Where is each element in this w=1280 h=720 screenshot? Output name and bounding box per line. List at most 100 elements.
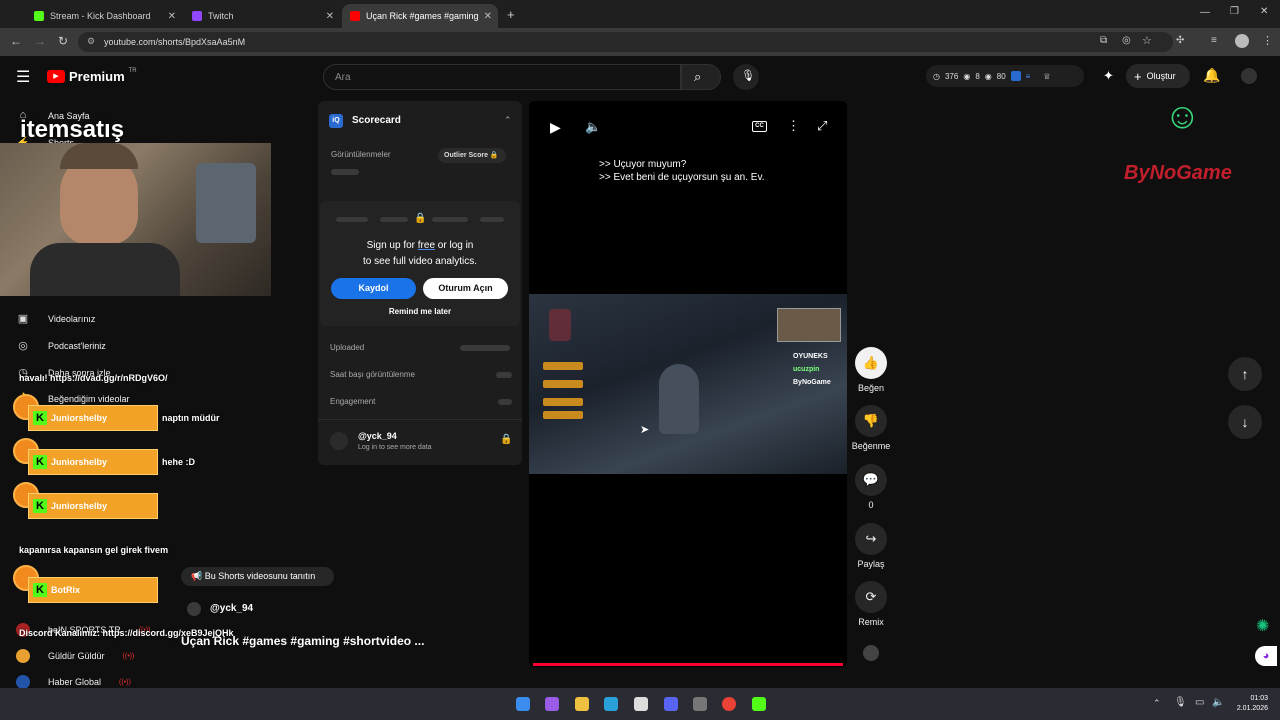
maximize-icon[interactable]: ❐ [1230, 6, 1239, 17]
edge-icon[interactable] [604, 697, 618, 711]
new-tab-icon[interactable]: + [507, 7, 515, 22]
create-button[interactable]: + Oluştur [1126, 64, 1190, 88]
promote-button[interactable]: 📢 Bu Shorts videosunu tanıtın [181, 567, 334, 586]
more-options-icon[interactable]: ⋮ [787, 118, 800, 134]
tab-twitch[interactable]: Twitch ✕ [184, 4, 340, 28]
magic-icon[interactable]: ✦ [1103, 68, 1114, 84]
reload-icon[interactable]: ↻ [58, 34, 68, 48]
blurred-value [498, 399, 512, 405]
signup-button[interactable]: Kaydol [331, 278, 416, 299]
previous-short-button[interactable]: ↑ [1228, 357, 1262, 391]
vidiq-logo-icon: iQ [329, 114, 343, 128]
captions-icon[interactable]: CC [752, 121, 767, 132]
sidebar-item-label: Videolarınız [48, 314, 96, 324]
thumb-down-icon: 👎 [855, 405, 887, 437]
chatgpt-icon[interactable]: ✺ [1256, 616, 1269, 636]
store-icon[interactable] [634, 697, 648, 711]
remix-action[interactable]: ⟳ Remix [851, 581, 891, 627]
scorecard-title: Scorecard [352, 115, 401, 126]
signup-free-link[interactable]: free [418, 240, 435, 251]
copilot-icon[interactable] [545, 697, 559, 711]
voice-search-button[interactable]: 🎙 [733, 64, 759, 90]
shorts-player[interactable]: ▶ 🔈 CC ⋮ ⤢ >> Uçuyor muyum? >> Evet beni… [529, 101, 847, 667]
dislike-action[interactable]: 👎 Beğenme [851, 405, 891, 451]
comments-action[interactable]: 💬 0 [851, 464, 891, 510]
caption-line: >> Evet beni de uçuyorsun şu an. Ev. [599, 172, 765, 183]
next-short-button[interactable]: ↓ [1228, 405, 1262, 439]
channel-handle[interactable]: @yck_94 [358, 431, 397, 441]
youtube-logo[interactable]: ▶ Premium TR [47, 68, 137, 84]
tab-youtube-short[interactable]: Uçan Rick #games #gaming ✕ [342, 4, 498, 28]
extensions-icon[interactable]: ✣ [1176, 35, 1184, 46]
monitor-icon[interactable]: ▭ [1195, 697, 1204, 708]
chevron-up-icon[interactable]: ⌃ [504, 115, 512, 126]
channel-avatar [330, 432, 348, 450]
close-icon[interactable]: ✕ [326, 11, 334, 22]
forward-icon[interactable]: → [34, 34, 46, 48]
sidebar-extension-icon[interactable]: ◕ [1255, 646, 1277, 666]
sidebar-item-podcasts[interactable]: ◎ Podcast'leriniz [16, 337, 106, 355]
tab-kick-dashboard[interactable]: Stream - Kick Dashboard ✕ [26, 4, 182, 28]
streamer-shirt [30, 243, 180, 296]
site-info-icon[interactable]: ⚙ [87, 36, 95, 47]
streamer-hair [60, 143, 138, 169]
chat-chip [543, 362, 583, 370]
arrow-down-icon: ↓ [1241, 414, 1249, 430]
speaker-icon[interactable]: 🔈 [1212, 697, 1224, 708]
window-close-icon[interactable]: ✕ [1260, 6, 1268, 17]
chrome-icon[interactable] [722, 697, 736, 711]
minimize-icon[interactable]: — [1200, 7, 1210, 18]
progress-bar[interactable] [533, 663, 843, 666]
channel-avatar [16, 675, 30, 689]
chat-chip [543, 411, 583, 419]
start-windows-icon[interactable] [516, 697, 530, 711]
bookmark-star-icon[interactable]: ☆ [1142, 34, 1152, 47]
sidebar-item-videos[interactable]: ▣ Videolarınız [16, 310, 96, 328]
eye-off-icon[interactable]: ◎ [1122, 35, 1131, 46]
close-icon[interactable]: ✕ [168, 11, 176, 22]
hamburger-menu-icon[interactable]: ☰ [16, 67, 30, 87]
close-icon[interactable]: ✕ [484, 11, 492, 22]
tab-search-icon[interactable]: ≡ [1211, 35, 1217, 46]
login-button[interactable]: Oturum Açın [423, 278, 508, 299]
sidebar-item-label: Haber Global [48, 677, 102, 687]
clock-icon: ◷ [933, 71, 940, 81]
short-channel-handle[interactable]: @yck_94 [210, 603, 253, 614]
back-icon[interactable]: ← [10, 34, 22, 48]
outlier-score-badge[interactable]: Outlier Score 🔒 [438, 148, 506, 163]
channel-avatar[interactable] [187, 602, 201, 616]
profile-avatar[interactable] [1235, 34, 1249, 48]
live-icon: ((•)) [122, 652, 135, 660]
search-input[interactable]: Ara [323, 64, 681, 90]
install-icon[interactable]: ⧉ [1100, 35, 1107, 46]
signup-message: Sign up for free or log in to see full v… [318, 238, 522, 270]
kick-icon: K [33, 583, 47, 597]
play-icon[interactable]: ▶ [550, 119, 561, 136]
stat-c: 80 [996, 71, 1006, 81]
comment-icon: 💬 [855, 464, 887, 496]
live-icon: ((•)) [119, 678, 131, 686]
search-button[interactable]: ⌕ [681, 64, 721, 90]
brand-oyuneks: OYUNEKS [793, 353, 828, 360]
account-avatar[interactable] [1241, 68, 1257, 84]
channel-avatar [16, 649, 30, 663]
extension-stats-pill[interactable]: ◷ 376 ◉ 8 ◉ 80 ≡ ♕ [926, 65, 1084, 87]
clock[interactable]: 01:03 2.01.2026 [1228, 694, 1268, 714]
app-icon[interactable] [693, 697, 707, 711]
share-action[interactable]: ↪ Paylaş [851, 523, 891, 569]
remind-later-link[interactable]: Remind me later [318, 307, 522, 316]
like-action[interactable]: 👍 Beğen [851, 347, 891, 393]
fullscreen-icon[interactable]: ⤢ [817, 118, 827, 134]
volume-icon[interactable]: 🔈 [585, 119, 601, 135]
browser-menu-icon[interactable]: ⋮ [1262, 34, 1273, 47]
kick-app-icon[interactable] [752, 697, 766, 711]
bell-icon[interactable]: 🔔 [1203, 67, 1220, 84]
sound-avatar[interactable] [863, 645, 879, 661]
discord-icon[interactable] [664, 697, 678, 711]
tray-chevron-icon[interactable]: ⌃ [1153, 698, 1161, 709]
sidebar-sub-guldur[interactable]: Güldür Güldür ((•)) [16, 647, 134, 665]
outlier-label: Outlier Score [444, 152, 488, 159]
url-field[interactable]: ⚙ youtube.com/shorts/BpdXsaAa5nM ⧉ ◎ ☆ [78, 32, 1173, 52]
file-explorer-icon[interactable] [575, 697, 589, 711]
mic-icon[interactable]: 🎙 [1174, 697, 1187, 708]
